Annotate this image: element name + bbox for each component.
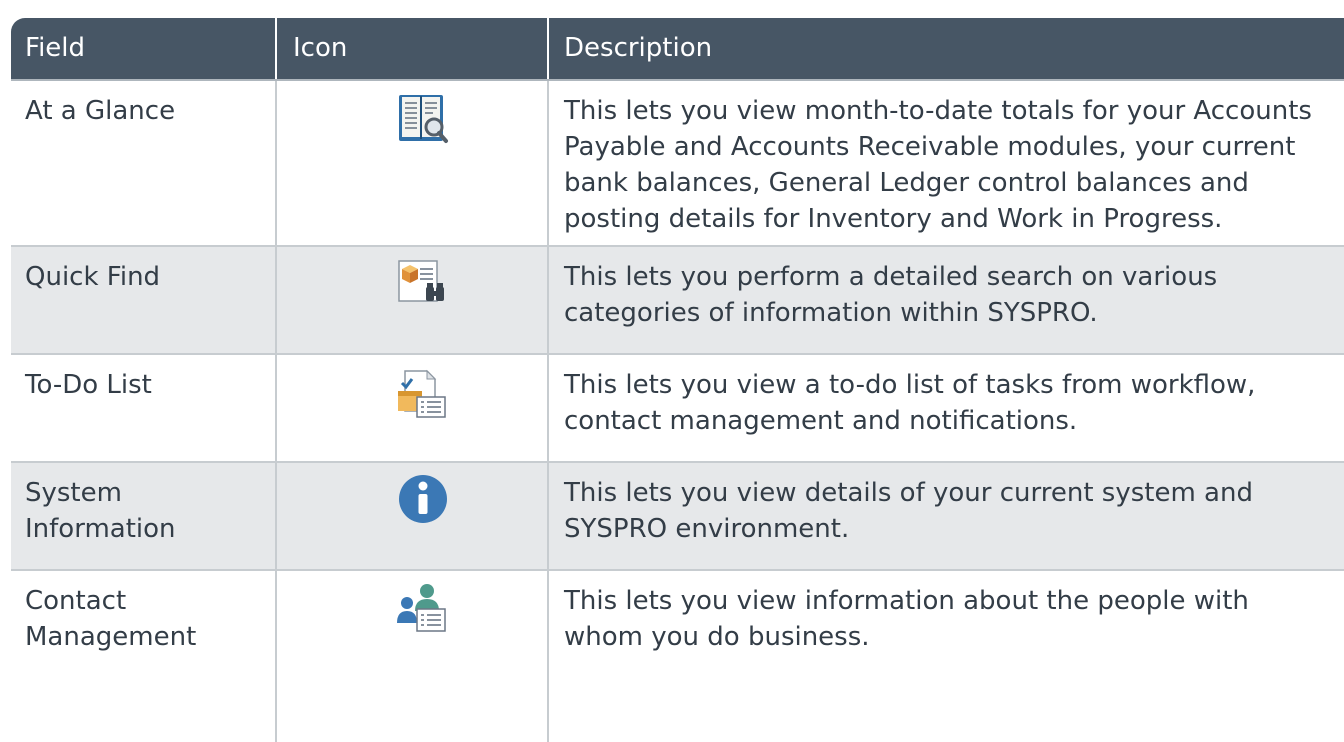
field-line: Information <box>25 514 176 544</box>
icon-cell <box>275 355 547 461</box>
description-line: posting details for Inventory and Work i… <box>564 204 1223 234</box>
icon-cell <box>275 81 547 245</box>
table-row-to-do-list: To-Do List This lets you view a to-do li… <box>11 355 1344 463</box>
book-magnifier-icon <box>393 89 453 149</box>
header-icon: Icon <box>275 18 547 79</box>
icon-cell <box>275 247 547 353</box>
description-line: Payable and Accounts Receivable modules,… <box>564 132 1296 162</box>
icon-cell <box>275 463 547 569</box>
field-cell: Quick Find <box>25 262 161 292</box>
field-cell: To-Do List <box>25 370 152 400</box>
description-cell: This lets you view month-to-date totals … <box>547 81 1344 245</box>
description-cell: This lets you view information about the… <box>547 571 1344 742</box>
table-row-quick-find: Quick Find This lets you perform a detai… <box>11 247 1344 355</box>
field-line: Contact <box>25 586 127 616</box>
table-row-at-a-glance: At a Glance This lets you view month-to-… <box>11 81 1344 247</box>
icon-cell <box>275 571 547 742</box>
fields-table: Field Icon Description At a Glance This … <box>11 18 1344 742</box>
description-line: bank balances, General Ledger control ba… <box>564 168 1249 198</box>
description-line: This lets you view a to-do list of tasks… <box>564 370 1256 400</box>
info-icon <box>393 471 453 531</box>
field-cell: Contact Management <box>11 571 275 742</box>
description-line: SYSPRO environment. <box>564 514 850 544</box>
field-line: Management <box>25 622 197 652</box>
field-cell: System Information <box>11 463 275 569</box>
description-line: contact management and notifications. <box>564 406 1078 436</box>
table-header-row: Field Icon Description <box>11 18 1344 81</box>
description-line: categories of information within SYSPRO. <box>564 298 1098 328</box>
package-binoculars-icon <box>393 253 453 313</box>
table-row-system-information: System Information This lets you view de… <box>11 463 1344 571</box>
document-list-icon <box>393 365 453 425</box>
field-line: System <box>25 478 122 508</box>
description-line: This lets you view information about the… <box>564 586 1249 616</box>
header-field: Field <box>25 33 86 63</box>
description-line: whom you do business. <box>564 622 870 652</box>
table-row-contact-management: Contact Management This lets you view in… <box>11 571 1344 742</box>
description-line: This lets you view month-to-date totals … <box>564 96 1312 126</box>
description-cell: This lets you view a to-do list of tasks… <box>547 355 1344 461</box>
contacts-card-icon <box>393 579 453 639</box>
description-line: This lets you perform a detailed search … <box>564 262 1218 292</box>
header-description: Description <box>547 18 1344 79</box>
description-line: This lets you view details of your curre… <box>564 478 1253 508</box>
field-cell: At a Glance <box>25 96 176 126</box>
description-cell: This lets you perform a detailed search … <box>547 247 1344 353</box>
description-cell: This lets you view details of your curre… <box>547 463 1344 569</box>
